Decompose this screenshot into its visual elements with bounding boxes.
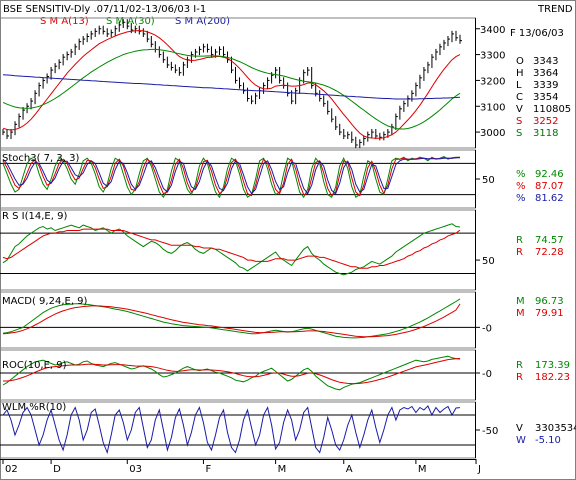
panel-price: 3400 3300 3200 3100 3000 [0,17,505,149]
series-macd-signal [2,303,461,338]
x-tick-label-3: F [205,464,211,475]
panel-frame-rsi [0,209,476,291]
readout-value-wlm-0: 3303534 [535,423,576,434]
ytick-label-price-0: 3400 [480,25,505,36]
ytick-label-rsi-0: 50 [482,256,495,267]
x-tick-label-7: J [477,464,481,475]
readout-value-roc-0: 173.39 [535,360,570,371]
info-key-4: V [516,104,523,115]
readout-value-roc-1: 182.23 [535,372,570,383]
series-roc-signal [3,357,461,385]
x-tick-label-6: M [418,464,427,475]
info-key-3: C [516,92,523,103]
info-value-5: 3252 [533,116,558,127]
panel-label-roc: ROC(10,E, 9) [2,360,67,371]
info-key-2: L [516,80,522,91]
x-tick-label-4: M [278,464,287,475]
readout-key-roc-0: R [516,360,523,371]
chart-frame [0,0,576,480]
panel-macd: -0 MACD( 9,24,E, 9) M 96.73 M 79.91 [0,291,564,349]
info-key-5: S [516,116,522,127]
info-value-4: 110805 [533,104,571,115]
ytick-label-stoch-0: 50 [482,175,495,186]
readout-key-rsi-0: R [516,235,523,246]
readout-value-stoch-2: 81.62 [535,193,564,204]
panel-label-rsi: R S I(14,E, 9) [2,211,67,222]
info-value-2: 3339 [533,80,558,91]
series-wlm--r [2,405,461,455]
panel-label-macd: MACD( 9,24,E, 9) [2,296,88,307]
series-price-s-m-a-13- [2,30,461,139]
readout-key-macd-0: M [516,296,525,307]
readout-value-stoch-0: 92.46 [535,169,564,180]
indicator-panels: 3400 3300 3200 3100 3000 50 Stoch3( 7, 3, 3)% 9… [0,17,576,459]
trend-label: TREND [537,4,573,15]
readout-value-rsi-1: 72.28 [535,247,564,258]
info-key-1: H [516,68,524,79]
info-values: O 3343 H 3364 L 3339 C 3354 V 110805 S 3252 S 3118 [516,56,571,139]
readout-key-rsi-1: R [516,247,523,258]
panel-label-stoch: Stoch3( 7, 3, 3) [2,153,79,164]
info-key-0: O [516,56,524,67]
ytick-label-price-1: 3300 [480,51,505,62]
readout-key-stoch-1: % [516,181,526,192]
ytick-label-price-4: 3000 [480,128,505,139]
series-rsi-rsi [2,223,461,276]
panel-wlm: -50 WLM %R(10) V 3303534 W -5.10 [0,401,576,459]
ytick-label-wlm-0: -50 [482,426,498,437]
readout-value-macd-1: 79.91 [535,308,564,319]
info-value-6: 3118 [533,128,558,139]
info-value-3: 3354 [533,92,558,103]
ytick-label-macd-0: -0 [482,323,492,334]
info-value-1: 3364 [533,68,558,79]
readout-key-stoch-2: % [516,193,526,204]
readout-key-roc-1: R [516,372,523,383]
ytick-label-price-2: 3200 [480,76,505,87]
readout-value-stoch-1: 87.07 [535,181,564,192]
info-key-6: S [516,128,522,139]
ytick-label-roc-0: -0 [482,369,492,380]
readout-value-rsi-0: 74.57 [535,235,564,246]
x-tick-label-1: D [53,464,61,475]
readout-key-stoch-0: % [516,169,526,180]
readout-key-wlm-0: V [516,423,523,434]
panel-frame-roc [0,349,476,401]
readout-key-macd-1: M [516,308,525,319]
readout-value-macd-0: 96.73 [535,296,564,307]
ytick-label-price-3: 3100 [480,102,505,113]
x-axis: 02 D 03 F M A M J [0,459,481,475]
x-tick-label-5: A [346,464,353,475]
series-rsi-signal [2,228,461,269]
x-tick-label-2: 03 [129,464,142,475]
info-value-0: 3343 [533,56,558,67]
panel-frame-wlm [0,401,476,459]
info-date: F 13/06/03 [510,28,564,39]
panel-stoch: 50 Stoch3( 7, 3, 3)% 92.46% 87.07% 81.62 [0,149,564,209]
chart-title: BSE SENSITIV-Dly .07/11/02-13/06/03 I-1 [3,4,206,15]
panel-rsi: 50 R S I(14,E, 9) R 74.57 R 72.28 [0,209,564,291]
technical-chart: BSE SENSITIV-Dly .07/11/02-13/06/03 I-1 … [0,0,576,480]
readout-key-wlm-1: W [516,435,526,446]
panel-label-wlm: WLM %R(10) [2,402,66,413]
x-tick-label-0: 02 [5,464,18,475]
readout-value-wlm-1: -5.10 [535,435,561,446]
panel-roc: -0 ROC(10,E, 9) R 173.39 R 182.23 [0,349,570,401]
